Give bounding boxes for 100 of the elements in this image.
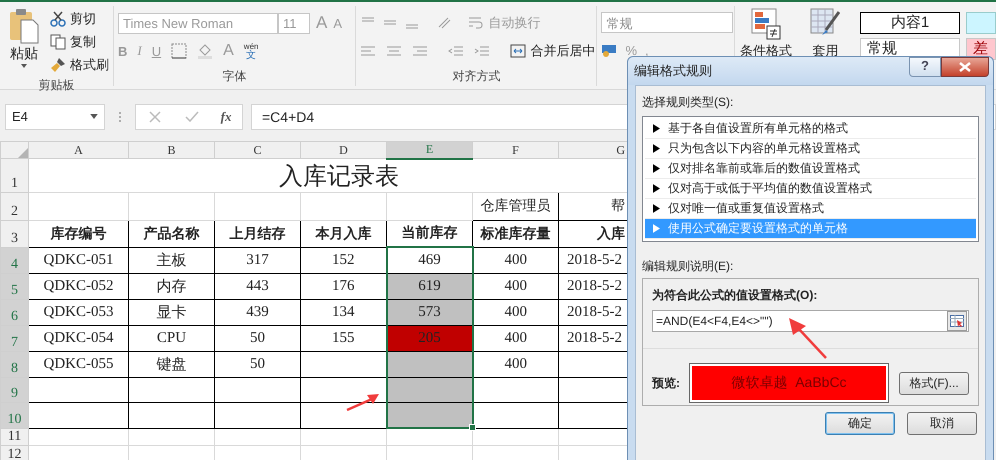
table-cell: 400 — [472, 273, 558, 299]
row-header[interactable]: 4 — [0, 247, 28, 273]
triangle-icon — [653, 204, 660, 213]
column-heading-cell: 标准库存量 — [472, 220, 558, 247]
column-heading-cell: 库存编号 — [28, 220, 128, 247]
table-cell[interactable]: 573 — [386, 299, 472, 325]
column-header[interactable]: F — [472, 142, 558, 158]
preview-label: 预览: — [652, 374, 681, 392]
wrap-text-icon — [468, 15, 484, 31]
phonetic-button[interactable]: wén 文 — [244, 42, 258, 60]
rule-type-item[interactable]: 基于各自值设置所有单元格的格式 — [645, 119, 976, 139]
table-cell: 50 — [214, 325, 300, 351]
cancel-button[interactable]: 取消 — [907, 412, 977, 435]
resize-handle-icon[interactable] — [118, 110, 122, 122]
row-header[interactable]: 11 — [0, 428, 28, 445]
caret-icon — [90, 114, 98, 119]
format-as-table-button[interactable]: 套用 — [796, 2, 854, 89]
format-painter-button[interactable]: 格式刷 — [50, 54, 109, 75]
formula-field[interactable]: =AND(E4<F4,E4<>"") — [652, 310, 969, 332]
format-button[interactable]: 格式(F)... — [899, 372, 969, 394]
table-cell: CPU — [128, 325, 214, 351]
triangle-icon — [653, 144, 660, 153]
row-header[interactable]: 2 — [0, 192, 28, 220]
range-picker-button[interactable] — [947, 311, 967, 331]
borders-icon[interactable] — [171, 43, 188, 59]
table-cell: 400 — [472, 351, 558, 377]
table-cell: 50 — [214, 351, 300, 377]
copy-icon — [50, 34, 66, 50]
triangle-icon — [653, 164, 660, 173]
table-cell: 内存 — [128, 273, 214, 299]
column-header[interactable]: B — [128, 142, 214, 158]
format-preview: 微软卓越 AaBbCc — [692, 366, 886, 400]
column-header[interactable]: C — [214, 142, 300, 158]
cut-button[interactable]: 剪切 — [50, 8, 109, 29]
table-cell[interactable] — [386, 377, 472, 402]
fill-bucket-icon[interactable] — [197, 43, 214, 59]
table-cell: 显卡 — [128, 299, 214, 325]
arrow-annotation — [346, 392, 380, 412]
clipboard-icon — [9, 8, 39, 44]
rule-type-item[interactable]: 仅对高于或低于平均值的数值设置格式 — [645, 179, 976, 199]
number-format-field[interactable]: 常规 — [601, 12, 734, 33]
merge-center-button[interactable]: 合并后居中 — [510, 40, 596, 62]
cell-style-swatch[interactable] — [966, 12, 996, 34]
table-cell: 443 — [214, 273, 300, 299]
column-header[interactable]: A — [28, 142, 128, 158]
group-label: 剪贴板 — [38, 77, 74, 94]
dialog-title: 编辑格式规则 — [634, 62, 713, 80]
row-header[interactable]: 6 — [0, 299, 28, 325]
help-button[interactable]: ? — [909, 57, 941, 77]
triangle-icon — [653, 124, 660, 133]
row-header[interactable]: 3 — [0, 220, 28, 247]
copy-button[interactable]: 复制 — [50, 31, 109, 52]
table-cell: 键盘 — [128, 351, 214, 377]
row-header[interactable]: 8 — [0, 351, 28, 377]
row-header[interactable]: 12 — [0, 445, 28, 460]
triangle-icon — [653, 184, 660, 193]
scissors-icon — [50, 10, 66, 26]
table-cell: 400 — [472, 325, 558, 351]
column-heading-cell: 产品名称 — [128, 220, 214, 247]
table-cell[interactable]: 619 — [386, 273, 472, 299]
table-cell[interactable] — [386, 351, 472, 377]
rule-type-item[interactable]: 只为包含以下内容的单元格设置格式 — [645, 139, 976, 159]
table-cell: 400 — [472, 247, 558, 273]
sheet-title: 入库记录表 — [279, 164, 399, 190]
table-cell: 317 — [214, 247, 300, 273]
row-header[interactable]: 7 — [0, 325, 28, 351]
close-icon — [959, 62, 971, 72]
paste-button[interactable]: 粘贴 — [4, 8, 44, 75]
conditional-formatting-button[interactable]: 条件格式 — [737, 2, 795, 89]
column-header[interactable]: G — [558, 142, 628, 158]
triangle-icon — [653, 224, 660, 233]
orientation-icon[interactable] — [436, 15, 452, 31]
table-cell: 仓库管理员 — [472, 192, 558, 220]
row-header[interactable]: 10 — [0, 402, 28, 428]
row-header[interactable]: 1 — [0, 158, 28, 192]
table-cell: 439 — [214, 299, 300, 325]
insert-function-button[interactable]: fx — [220, 108, 232, 124]
merge-icon — [510, 43, 526, 59]
formula-label: 为符合此公式的值设置格式(O): — [652, 287, 818, 304]
cell-style[interactable]: 内容1 — [860, 12, 960, 34]
column-header[interactable]: E — [386, 142, 472, 158]
close-button[interactable] — [941, 57, 989, 77]
enter-check-icon[interactable] — [184, 108, 200, 124]
table-cell: QDKC-053 — [28, 299, 128, 325]
cancel-icon[interactable] — [146, 108, 163, 124]
ok-button[interactable]: 确定 — [825, 412, 895, 435]
row-header[interactable]: 9 — [0, 377, 28, 402]
brush-icon — [50, 56, 66, 72]
rule-type-item[interactable]: 仅对排名靠前或靠后的数值设置格式 — [645, 159, 976, 179]
conditional-grid-icon — [751, 8, 782, 40]
row-header[interactable]: 5 — [0, 273, 28, 299]
table-cell: 400 — [472, 299, 558, 325]
table-cell: QDKC-051 — [28, 247, 128, 273]
group-label: 字体 — [222, 68, 247, 85]
table-cell: QDKC-054 — [28, 325, 128, 351]
table-cell: QDKC-055 — [28, 351, 128, 377]
name-box[interactable]: E4 — [5, 104, 105, 130]
column-header[interactable]: D — [300, 142, 386, 158]
column-heading-cell: 本月入库 — [300, 220, 386, 247]
fill-handle[interactable] — [468, 424, 476, 431]
